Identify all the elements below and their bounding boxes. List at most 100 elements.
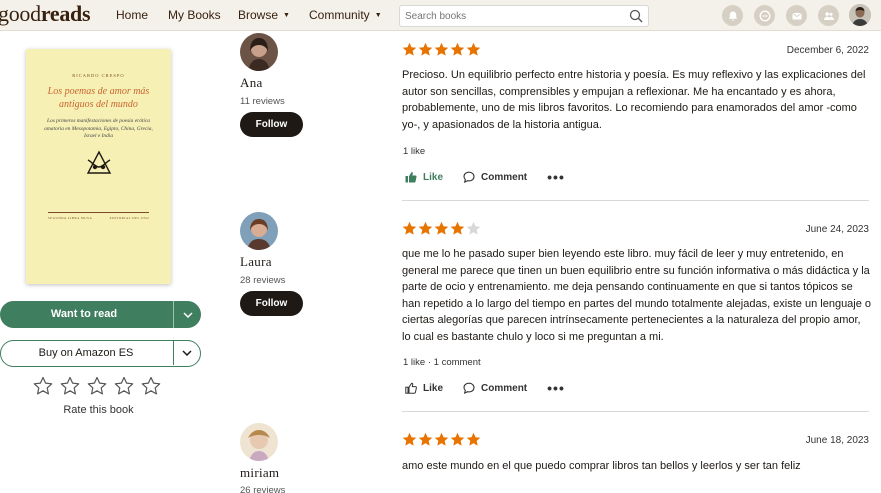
- user-avatar[interactable]: [849, 4, 871, 26]
- more-options-icon[interactable]: •••: [547, 170, 565, 184]
- reviewer-name[interactable]: Ana: [240, 75, 263, 91]
- review-text: Precioso. Un equilibrio perfecto entre h…: [402, 69, 866, 131]
- review-date[interactable]: December 6, 2022: [749, 45, 869, 56]
- like-label: Like: [423, 171, 444, 183]
- review-stats: 1 like: [403, 146, 425, 157]
- messages-icon[interactable]: [786, 5, 807, 26]
- star-filled-icon: [450, 432, 465, 446]
- like-button[interactable]: Like: [405, 171, 443, 183]
- comments-count[interactable]: 1 comment: [434, 357, 481, 368]
- nav-my-books-label: My Books: [168, 8, 221, 22]
- likes-count[interactable]: 1 like: [403, 146, 425, 157]
- friends-icon[interactable]: [818, 5, 839, 26]
- star-filled-icon: [402, 221, 417, 235]
- discussions-icon[interactable]: [754, 5, 775, 26]
- search-input[interactable]: [405, 9, 625, 24]
- search-icon[interactable]: [629, 9, 643, 23]
- review-text: amo este mundo en el que puedo comprar l…: [402, 460, 801, 472]
- like-label: Like: [423, 382, 444, 394]
- follow-button[interactable]: Follow: [240, 112, 303, 137]
- review-actions: Like Comment •••: [405, 170, 565, 184]
- reviewer-avatar[interactable]: [240, 212, 278, 250]
- site-header: goodreads Home My Books Browse ▼ Communit…: [0, 0, 881, 31]
- cover-title: Los poemas de amor más antiguos del mund…: [47, 86, 150, 110]
- star-filled-icon: [450, 42, 465, 56]
- star-filled-icon: [434, 221, 449, 235]
- book-cover[interactable]: RICARDO CRESPO Los poemas de amor más an…: [26, 49, 171, 284]
- more-options-icon[interactable]: •••: [547, 381, 565, 395]
- nav-community[interactable]: Community ▼: [309, 8, 382, 22]
- cover-emblem-icon: [86, 150, 112, 174]
- comment-icon: [463, 171, 475, 183]
- comment-label: Comment: [481, 171, 528, 183]
- caret-down-icon: ▼: [374, 12, 382, 19]
- review-text: que me lo he pasado super bien leyendo e…: [402, 248, 872, 343]
- thumbs-up-icon: [405, 382, 417, 394]
- reviewer-reviews-count: 28 reviews: [240, 275, 286, 286]
- cover-publisher-left: SEGUNDA LIBRA MUSA: [48, 216, 93, 220]
- reviewer-name[interactable]: Laura: [240, 254, 272, 270]
- rate-star-icon[interactable]: [33, 376, 53, 396]
- logo-bold-text: reads: [40, 1, 91, 26]
- nav-browse[interactable]: Browse ▼: [238, 8, 290, 22]
- reviewer-reviews-count: 11 reviews: [240, 96, 285, 107]
- star-filled-icon: [402, 42, 417, 56]
- star-filled-icon: [466, 432, 481, 446]
- review-actions: Like Comment •••: [405, 381, 565, 395]
- chevron-down-icon: [182, 311, 193, 318]
- review-date[interactable]: June 18, 2023: [749, 435, 869, 446]
- star-filled-icon: [402, 432, 417, 446]
- buy-options-dropdown[interactable]: [173, 341, 200, 365]
- nav-home[interactable]: Home: [116, 8, 148, 22]
- cover-subtitle: Los primeros manifestaciones de poesía e…: [44, 118, 153, 139]
- comment-button[interactable]: Comment: [463, 171, 527, 183]
- review-divider: [402, 411, 869, 412]
- review-stats: 1 like · 1 comment: [403, 357, 481, 368]
- reviewer-avatar[interactable]: [240, 423, 278, 461]
- like-button[interactable]: Like: [405, 382, 443, 394]
- want-to-read-label: Want to read: [50, 308, 118, 320]
- likes-count[interactable]: 1 like: [403, 357, 425, 368]
- rate-star-icon[interactable]: [87, 376, 107, 396]
- buy-amazon-button[interactable]: Buy on Amazon ES: [0, 340, 201, 367]
- comment-button[interactable]: Comment: [463, 382, 527, 394]
- caret-down-icon: ▼: [283, 12, 290, 19]
- rate-this-book-label: Rate this book: [63, 404, 134, 416]
- reviewer-name[interactable]: miriam: [240, 465, 279, 481]
- notifications-icon[interactable]: [722, 5, 743, 26]
- cover-publisher-right: EDITORIAL DEL OSO: [109, 216, 149, 220]
- cover-publisher: SEGUNDA LIBRA MUSA EDITORIAL DEL OSO: [48, 216, 149, 220]
- review-date[interactable]: June 24, 2023: [749, 224, 869, 235]
- rate-star-icon[interactable]: [114, 376, 134, 396]
- rate-star-icon[interactable]: [60, 376, 80, 396]
- reviewer-reviews-count: 26 reviews: [240, 485, 286, 493]
- buy-amazon-label: Buy on Amazon ES: [38, 347, 134, 359]
- nav-my-books[interactable]: My Books: [168, 8, 221, 22]
- comment-icon: [463, 382, 475, 394]
- star-filled-icon: [418, 42, 433, 56]
- nav-home-label: Home: [116, 8, 149, 22]
- comment-label: Comment: [481, 382, 528, 394]
- logo-light-text: good: [0, 1, 41, 26]
- goodreads-logo[interactable]: goodreads: [0, 1, 91, 27]
- reviewer-avatar[interactable]: [240, 33, 278, 71]
- thumbs-up-icon: [405, 172, 417, 183]
- nav-browse-label: Browse: [238, 8, 279, 22]
- cover-rule: [48, 212, 149, 213]
- star-empty-icon: [466, 221, 481, 235]
- shelf-dropdown-button[interactable]: [173, 301, 201, 328]
- nav-community-label: Community: [309, 8, 370, 22]
- review-rating-stars: [402, 432, 481, 447]
- star-filled-icon: [434, 42, 449, 56]
- search-box: [399, 5, 649, 27]
- rate-stars: [33, 376, 161, 396]
- follow-button[interactable]: Follow: [240, 291, 303, 316]
- review-divider: [402, 200, 869, 201]
- rate-star-icon[interactable]: [141, 376, 161, 396]
- review-rating-stars: [402, 221, 481, 236]
- review-rating-stars: [402, 42, 481, 57]
- star-filled-icon: [466, 42, 481, 56]
- star-filled-icon: [450, 221, 465, 235]
- cover-author: RICARDO CRESPO: [72, 73, 125, 78]
- want-to-read-button[interactable]: Want to read: [0, 301, 201, 328]
